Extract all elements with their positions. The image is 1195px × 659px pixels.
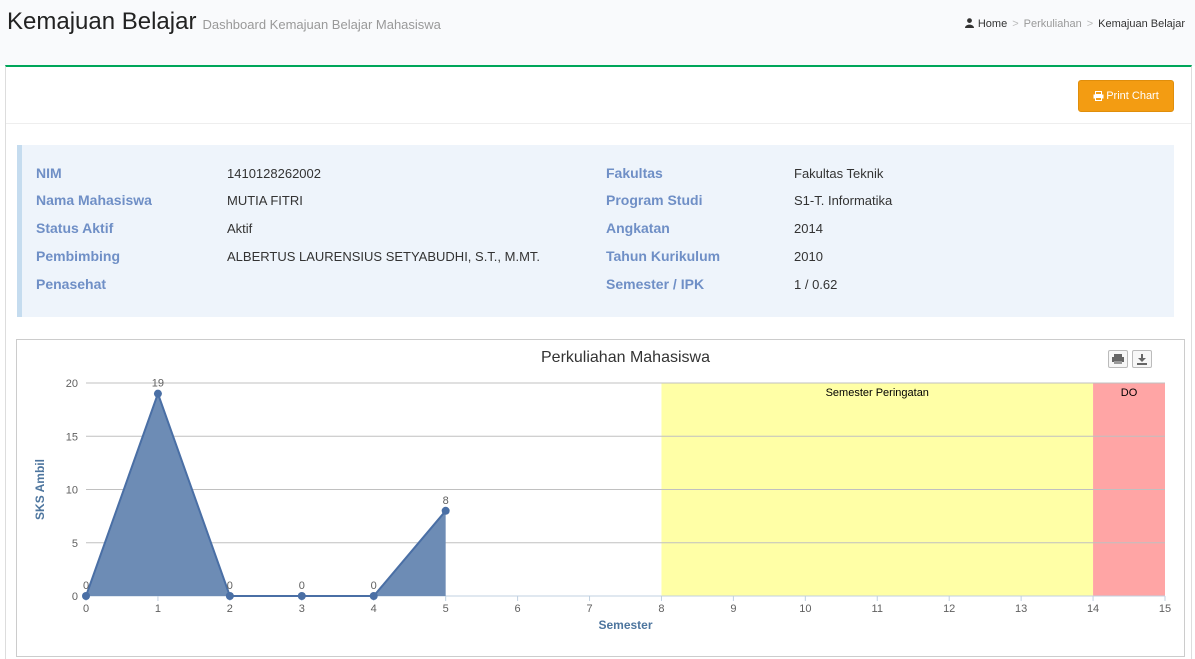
- x-tick-label: 10: [799, 603, 811, 615]
- x-tick-label: 2: [227, 603, 233, 615]
- label-nama-mahasiswa: Nama Mahasiswa: [36, 192, 152, 208]
- label-angkatan: Angkatan: [606, 220, 670, 236]
- breadcrumb-separator: >: [1086, 18, 1094, 30]
- label-pembimbing: Pembimbing: [36, 248, 121, 264]
- page-title-text: Kemajuan Belajar: [7, 8, 197, 35]
- chart-title: Perkuliahan Mahasiswa: [541, 349, 710, 366]
- value-tahun-kurikulum: 2010: [794, 249, 823, 264]
- label-program-studi: Program Studi: [606, 192, 703, 208]
- chart-svg: Semester Peringatan DO051015200 1 2 3 4 5 6 7 8 9 1…: [33, 349, 1171, 632]
- x-tick-label: 12: [943, 603, 955, 615]
- student-info-panel: NIM 1410128262002 Nama Mahasiswa MUTIA F…: [17, 145, 1174, 317]
- y-tick-label: 15: [66, 431, 78, 443]
- chart-print-button[interactable]: [1108, 350, 1128, 368]
- value-program-studi: S1-T. Informatika: [794, 193, 893, 208]
- x-tick-label: 0: [83, 603, 89, 615]
- data-label: 8: [443, 495, 449, 507]
- value-nim: 1410128262002: [227, 166, 321, 181]
- label-nim: NIM: [36, 165, 62, 181]
- label-penasehat: Penasehat: [36, 276, 107, 292]
- band-label: DO: [1121, 387, 1138, 399]
- data-label: 0: [371, 580, 377, 592]
- data-label: 19: [152, 378, 164, 390]
- series-area: [86, 393, 446, 596]
- data-label: 0: [299, 580, 305, 592]
- breadcrumb-separator: >: [1012, 18, 1019, 30]
- x-tick-label: 5: [443, 603, 449, 615]
- x-tick-label: 8: [658, 603, 664, 615]
- data-point: [369, 592, 378, 600]
- print-chart-label: Print Chart: [1106, 90, 1159, 102]
- band-label: Semester Peringatan: [826, 387, 929, 399]
- print-chart-button[interactable]: Print Chart: [1078, 80, 1174, 112]
- data-label: 0: [227, 580, 233, 592]
- value-pembimbing: ALBERTUS LAURENSIUS SETYABUDHI, S.T., M.…: [227, 249, 541, 264]
- label-semester-ipk: Semester / IPK: [606, 276, 705, 292]
- y-tick-label: 20: [66, 378, 78, 390]
- label-status-aktif: Status Aktif: [36, 220, 114, 236]
- label-tahun-kurikulum: Tahun Kurikulum: [606, 248, 721, 264]
- y-tick-label: 0: [72, 591, 78, 603]
- box-toolbar: Print Chart: [6, 67, 1191, 124]
- printer-icon: [1093, 91, 1104, 101]
- value-nama-mahasiswa: MUTIA FITRI: [227, 193, 303, 208]
- x-tick-label: 15: [1159, 603, 1171, 615]
- label-fakultas: Fakultas: [606, 165, 663, 181]
- x-tick-label: 14: [1087, 603, 1099, 615]
- data-label: 0: [83, 580, 89, 592]
- user-icon: [964, 18, 974, 28]
- x-tick-label: 3: [299, 603, 305, 615]
- breadcrumb-home[interactable]: Home: [978, 18, 1007, 30]
- x-tick-label: 6: [515, 603, 521, 615]
- breadcrumb-perkuliahan[interactable]: Perkuliahan: [1024, 18, 1082, 30]
- x-tick-label: 11: [872, 603, 883, 615]
- data-point: [82, 592, 90, 600]
- chart-download-button[interactable]: [1132, 350, 1152, 368]
- download-icon: [1137, 354, 1147, 365]
- progress-chart: Semester Peringatan DO 0 5 10 15 20 0 1 2 3 4 5 6 7 8 9 1…: [16, 339, 1185, 657]
- value-semester-ipk: 1 / 0.62: [794, 277, 838, 292]
- x-axis-label: Semester: [598, 618, 652, 632]
- page-subtitle: Dashboard Kemajuan Belajar Mahasiswa: [202, 17, 441, 32]
- content-box: Print Chart NIM 1410128262002 Nama Mahas…: [5, 65, 1192, 659]
- page-title: Kemajuan Belajar Dashboard Kemajuan Belaj…: [7, 8, 441, 36]
- data-point: [441, 506, 450, 515]
- breadcrumb-current: Kemajuan Belajar: [1098, 18, 1185, 30]
- data-point: [225, 592, 234, 600]
- x-tick-label: 7: [586, 603, 592, 615]
- y-axis-label: SKS Ambil: [33, 459, 47, 520]
- data-point: [297, 592, 306, 600]
- y-tick-label: 5: [72, 538, 78, 550]
- breadcrumb: Home > Perkuliahan > Kemajuan Belajar: [964, 18, 1185, 30]
- y-tick-label: 10: [66, 485, 78, 497]
- x-tick-label: 9: [730, 603, 736, 615]
- data-point: [153, 389, 162, 398]
- x-tick-label: 13: [1015, 603, 1027, 615]
- x-tick-label: 1: [155, 603, 161, 615]
- value-status-aktif: Aktif: [227, 221, 253, 236]
- x-tick-label: 4: [371, 603, 377, 615]
- value-angkatan: 2014: [794, 221, 823, 236]
- page-header: Kemajuan Belajar Dashboard Kemajuan Belaj…: [0, 0, 1195, 66]
- printer-icon: [1112, 354, 1124, 364]
- value-fakultas: Fakultas Teknik: [794, 166, 884, 181]
